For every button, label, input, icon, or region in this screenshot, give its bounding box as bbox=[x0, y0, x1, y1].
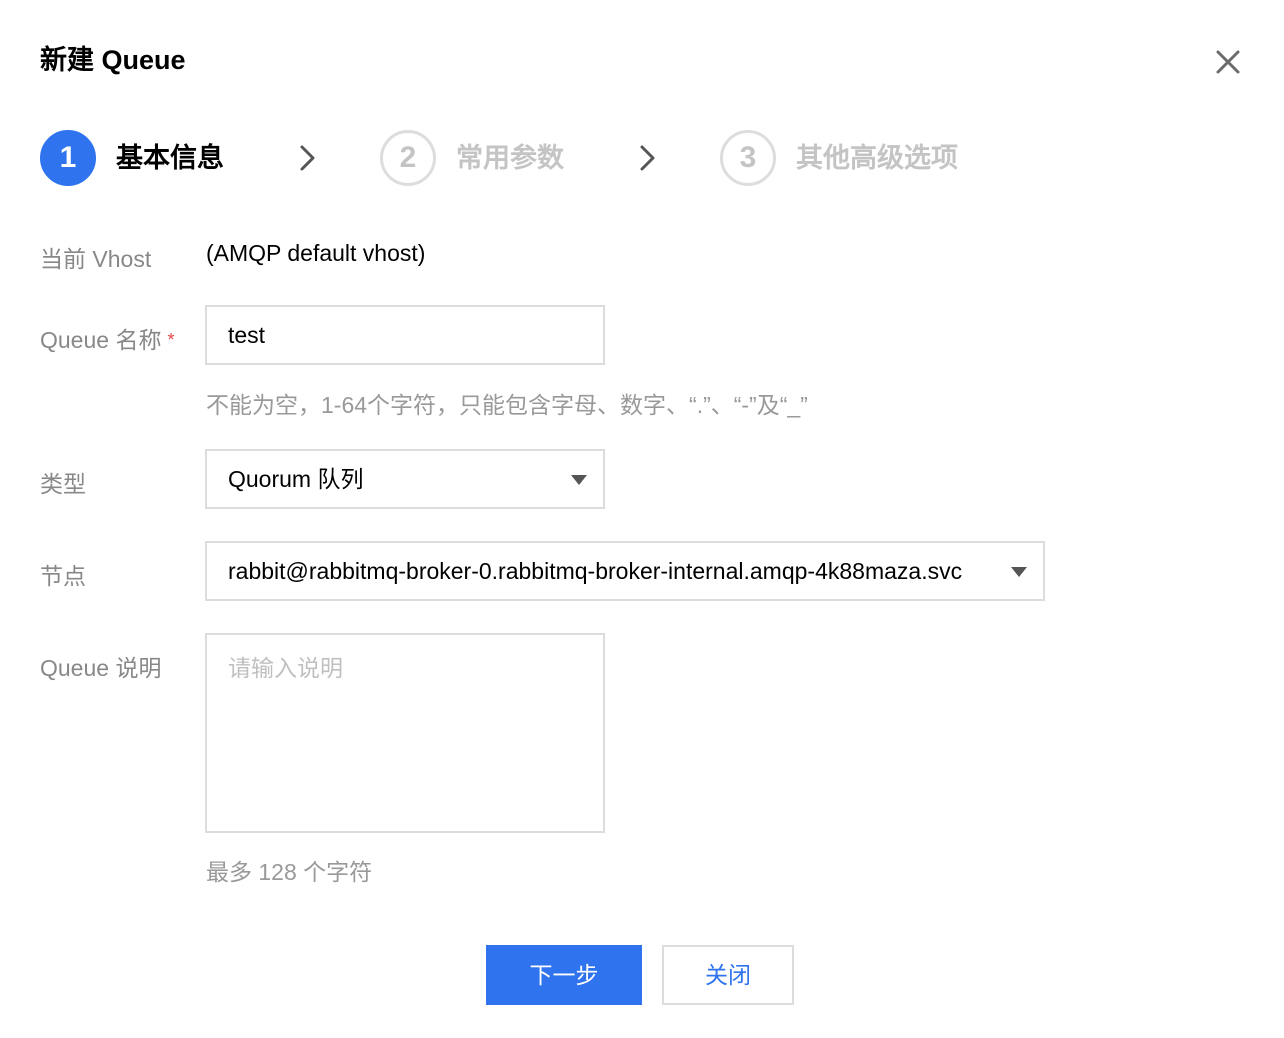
step-label: 其他高级选项 bbox=[796, 143, 958, 173]
step-label: 常用参数 bbox=[456, 143, 564, 173]
dialog-title: 新建 Queue bbox=[40, 45, 186, 75]
node-label: 节点 bbox=[40, 563, 86, 589]
next-step-button[interactable]: 下一步 bbox=[486, 945, 642, 1005]
node-select-value: rabbit@rabbitmq-broker-0.rabbitmq-broker… bbox=[228, 558, 963, 584]
step-number: 2 bbox=[380, 130, 436, 186]
type-select[interactable]: Quorum 队列 bbox=[205, 449, 605, 509]
vhost-value: (AMQP default vhost) bbox=[206, 240, 426, 266]
step-number: 1 bbox=[40, 130, 96, 186]
step-label: 基本信息 bbox=[116, 143, 224, 173]
chevron-right-icon bbox=[300, 145, 315, 171]
caret-down-icon bbox=[571, 475, 587, 485]
caret-down-icon bbox=[1011, 567, 1027, 577]
step-number: 3 bbox=[720, 130, 776, 186]
close-icon[interactable] bbox=[1210, 44, 1246, 80]
new-queue-dialog: 新建 Queue 1 基本信息 2 常用参数 3 其他高级选项 当前 Vhost… bbox=[0, 0, 1284, 1038]
queue-name-hint: 不能为空，1-64个字符，只能包含字母、数字、“.”、“-”及“_” bbox=[206, 392, 808, 418]
queue-name-label: Queue 名称 * bbox=[40, 321, 174, 355]
description-textarea[interactable]: 请输入说明 bbox=[205, 633, 605, 833]
type-label: 类型 bbox=[40, 471, 86, 497]
description-placeholder: 请输入说明 bbox=[228, 655, 343, 681]
description-label: Queue 说明 bbox=[40, 655, 162, 681]
close-button[interactable]: 关闭 bbox=[662, 945, 794, 1005]
vhost-label: 当前 Vhost bbox=[40, 246, 152, 272]
required-mark: * bbox=[167, 330, 175, 350]
queue-name-input[interactable]: test bbox=[205, 305, 605, 365]
node-select[interactable]: rabbit@rabbitmq-broker-0.rabbitmq-broker… bbox=[205, 541, 1045, 601]
type-select-value: Quorum 队列 bbox=[228, 466, 364, 492]
queue-name-label-text: Queue 名称 bbox=[40, 327, 162, 353]
chevron-right-icon bbox=[640, 145, 655, 171]
description-hint: 最多 128 个字符 bbox=[206, 859, 373, 885]
